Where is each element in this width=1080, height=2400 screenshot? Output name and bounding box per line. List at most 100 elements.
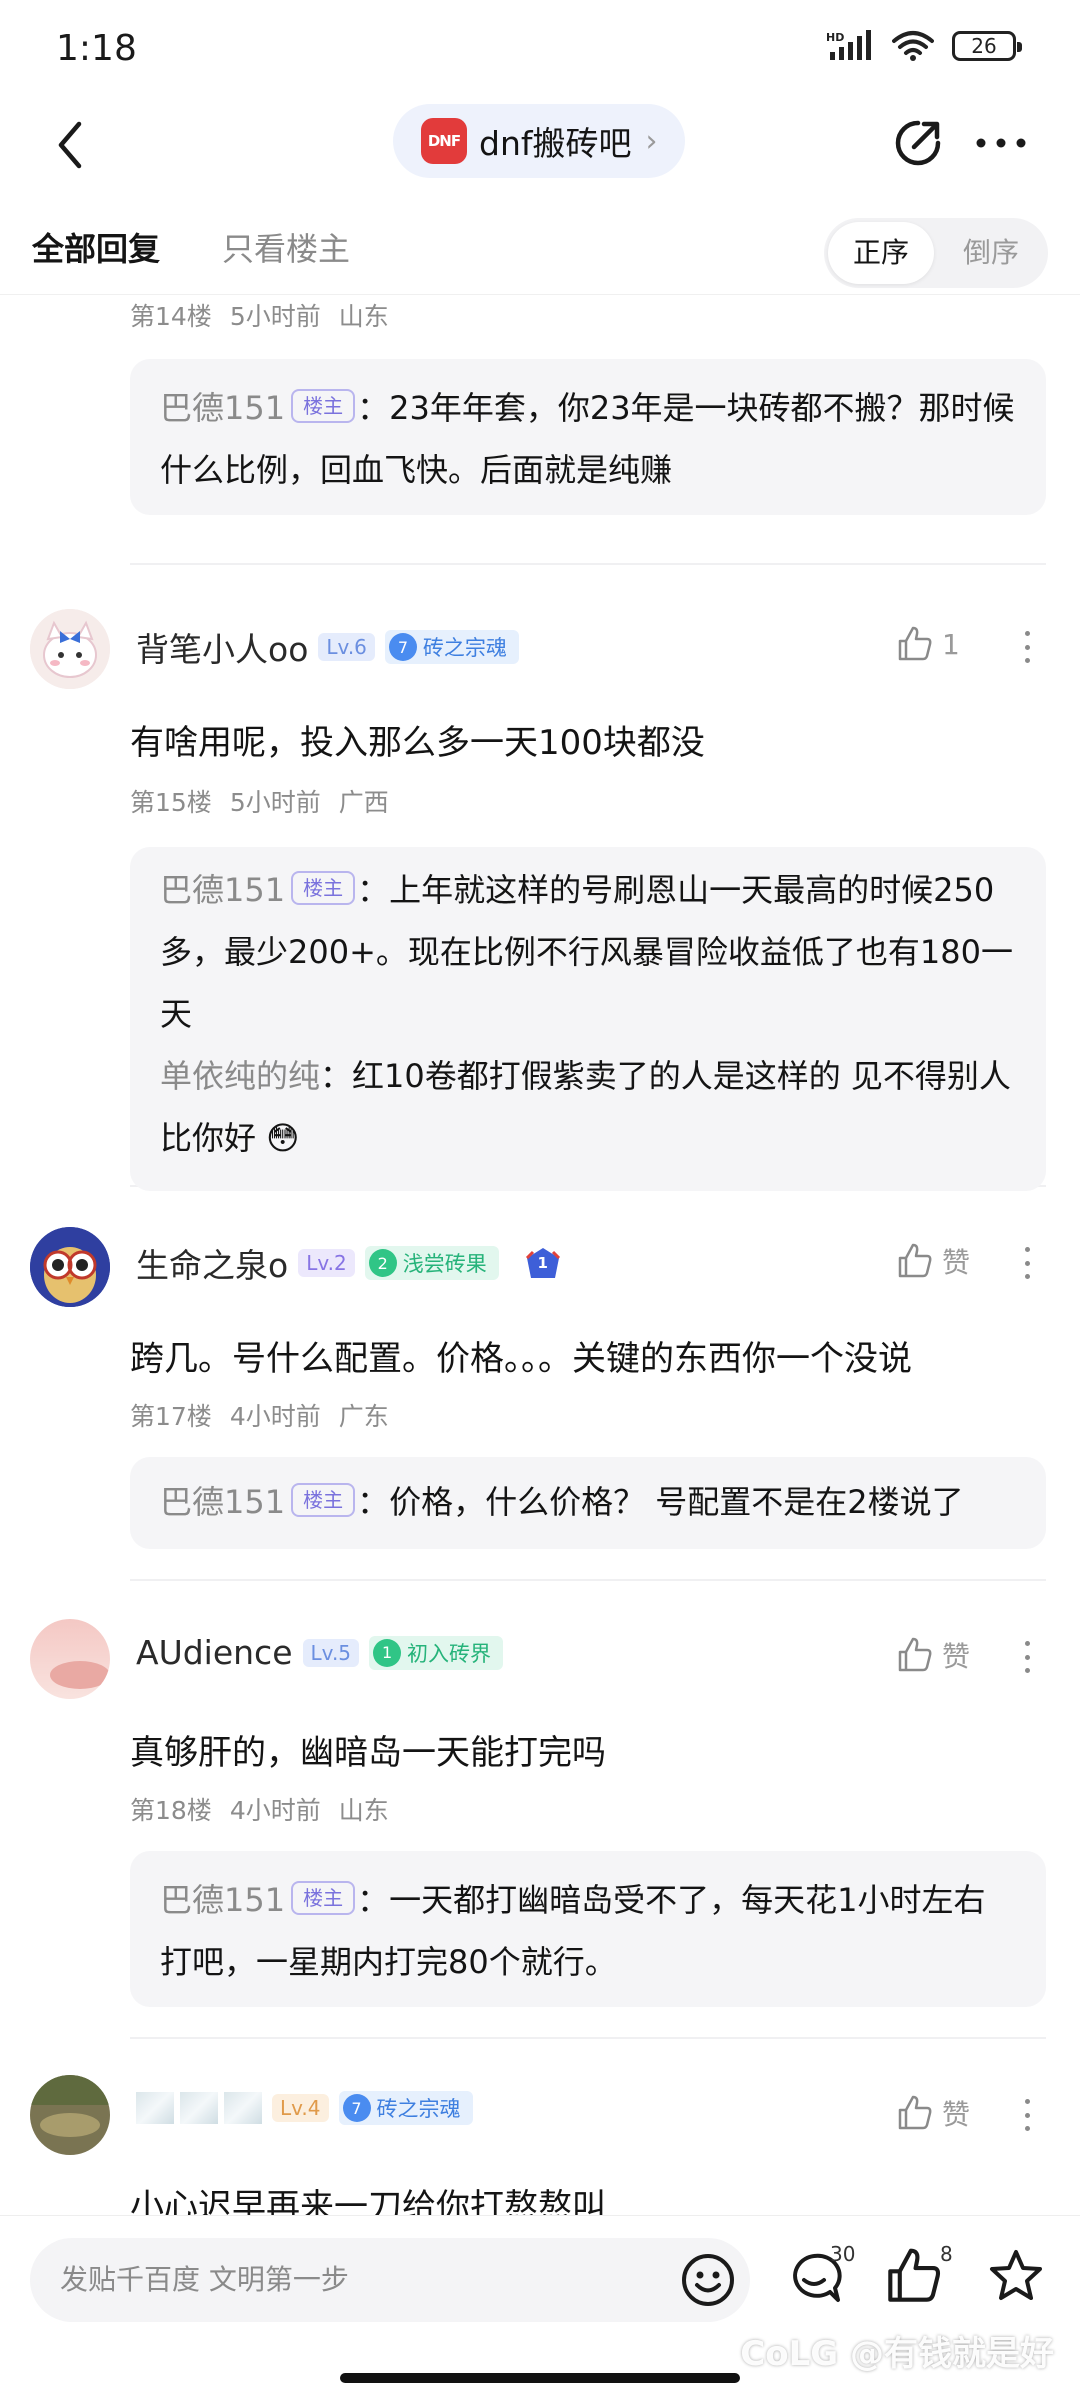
sub-replies[interactable]: 巴德151 楼主 ：上年就这样的号刷恩山一天最高的时候250多，最少200+。现在比… [130,847,1046,1191]
like-button[interactable]: 1 [896,625,960,663]
like-button[interactable]: 赞 [896,2093,970,2133]
back-button[interactable] [40,110,100,180]
post-meta: 第14楼 5小时前 山东 [130,297,407,333]
level-badge: Lv.6 [318,633,375,661]
rank-title: 浅尝砖果 [402,1252,487,1276]
avatar[interactable] [30,1227,110,1307]
sub-reply-box[interactable]: 巴德151 楼主 ：23年年套，你23年是一块砖都不搬？那时候什么比例，回血飞快。后… [130,359,1046,515]
thumbs-up-icon [898,1637,932,1672]
post-location: 广西 [338,788,389,817]
post-meta: 第15楼 5小时前 广西 [130,783,407,819]
rank-badge: 7 砖之宗魂 [338,2091,473,2125]
post-more-button[interactable] [1012,627,1042,667]
thumbs-up-icon [898,1243,932,1278]
username[interactable]: AUdience [136,1633,293,1672]
user-info: AUdience Lv.5 1 初入砖界 [136,1633,504,1672]
reply-feed[interactable]: 第14楼 5小时前 山东 巴德151 楼主 ：23年年套，你23年是一块砖都不搬？那时候… [0,295,1080,2215]
floor-number: 第17楼 [130,1402,212,1431]
post-more-button[interactable] [1012,1243,1042,1283]
avatar[interactable] [30,2075,110,2155]
avatar[interactable] [30,1619,110,1699]
avatar[interactable] [30,609,110,689]
reply-colon: ： [357,1881,390,1919]
sub-reply[interactable]: 单依纯的纯：红10卷都打假紫卖了的人是这样的 见不得别人比你好 😳 [160,1045,1016,1169]
rank-badge: 7 砖之宗魂 [384,630,519,664]
sub-replies[interactable]: 巴德151 楼主 ：一天都打幽暗岛受不了，每天花1小时左右打吧，一星期内打完80个就… [130,1851,1046,2007]
wifi-icon [892,31,934,61]
achievement-number: 1 [537,1254,548,1272]
reply-colon: ： [320,1057,353,1095]
like-button[interactable]: 赞 [896,1635,970,1675]
reply-username[interactable]: 巴德151 [160,1483,285,1521]
rank-title: 砖之宗魂 [422,636,507,660]
post-floor-15: 背笔小人oo Lv.6 7 砖之宗魂 1 有啥用呢，投入那么多一天100块都没 第… [0,565,1080,1191]
like-label: 赞 [942,1640,971,1673]
level-badge: Lv.5 [302,1638,360,1667]
favorite-button[interactable] [986,2246,1056,2316]
reply-username[interactable]: 单依纯的纯 [160,1057,320,1095]
emoji-icon [682,2254,734,2306]
chevron-right-icon: › [645,123,658,159]
tab-host-only[interactable]: 只看楼主 [222,224,350,270]
host-tag: 楼主 [291,1881,356,1915]
rank-number: 1 [373,1638,402,1667]
post-content[interactable]: 真够肝的，幽暗岛一天能打完吗 [130,1725,606,1774]
post-time: 4小时前 [229,1796,321,1825]
comments-button[interactable]: 30 [782,2242,855,2316]
username-image[interactable] [136,2092,262,2124]
post-content[interactable]: 小心迟早再来一刀给你打熬熬叫 [130,2179,606,2215]
level-badge: Lv.4 [272,2094,329,2122]
sub-replies[interactable]: 巴德151 楼主 ：23年年套，你23年是一块砖都不搬？那时候什么比例，回血飞快。后… [130,359,1046,515]
sub-reply-box[interactable]: 巴德151 楼主 ：价格，什么价格？ 号配置不是在2楼说了 [130,1457,1046,1549]
sort-toggle: 正序 倒序 [824,218,1048,288]
user-info: 生命之泉o Lv.2 2 浅尝砖果 1 [136,1239,563,1287]
like-count: 8 [940,2242,953,2266]
status-time: 1:18 [56,28,137,69]
post-location: 广东 [338,1402,389,1431]
rank-number: 7 [342,2094,371,2122]
more-options-button[interactable] [966,110,1036,176]
status-icons: HD 26 [826,30,1022,62]
sub-reply[interactable]: 巴德151 楼主 ：上年就这样的号刷恩山一天最高的时候250多，最少200+。现在比… [160,859,1016,1045]
post-content[interactable]: 有啥用呢，投入那么多一天100块都没 [130,715,705,764]
forum-name: dnf搬砖吧 [479,124,632,163]
sub-reply-box[interactable]: 巴德151 楼主 ：上年就这样的号刷恩山一天最高的时候250多，最少200+。现在比… [130,847,1046,1191]
reply-colon: ： [357,871,390,909]
filter-bar: 全部回复 只看楼主 正序 倒序 [0,210,1080,292]
thumbs-up-icon [898,626,932,661]
home-indicator[interactable] [340,2373,740,2383]
back-arrow-icon [58,121,82,169]
floor-number: 第14楼 [130,302,212,331]
sub-replies[interactable]: 巴德151 楼主 ：价格，什么价格？ 号配置不是在2楼说了 [130,1457,1046,1549]
reply-username[interactable]: 巴德151 [160,389,285,427]
share-icon [895,120,941,166]
sub-reply-box[interactable]: 巴德151 楼主 ：一天都打幽暗岛受不了，每天花1小时左右打吧，一星期内打完80个就… [130,1851,1046,2007]
username[interactable]: 生命之泉o [136,1239,288,1287]
reply-username[interactable]: 巴德151 [160,1881,285,1919]
post-floor-14: 第14楼 5小时前 山东 巴德151 楼主 ：23年年套，你23年是一块砖都不搬？那时候… [0,295,1080,563]
post-more-button[interactable] [1012,2095,1042,2135]
post-floor-next: Lv.4 7 砖之宗魂 赞 小心迟早再来一刀给你打熬熬叫 [0,2039,1080,2215]
battery-icon: 26 [952,31,1022,61]
thumbs-up-icon [888,2248,941,2302]
sort-descending-button[interactable]: 倒序 [938,222,1044,284]
forum-pill[interactable]: DNF dnf搬砖吧 › [393,104,685,178]
post-more-button[interactable] [1012,1637,1042,1677]
sort-ascending-button[interactable]: 正序 [828,222,934,284]
star-icon [990,2250,1042,2300]
tab-all-replies[interactable]: 全部回复 [32,224,160,270]
like-post-button[interactable]: 8 [884,2242,954,2316]
username[interactable]: 背笔小人oo [136,623,308,671]
post-time: 4小时前 [229,1402,321,1431]
reply-input[interactable]: 发贴千百度 文明第一步 [30,2238,750,2322]
reply-text: 价格，什么价格？ 号配置不是在2楼说了 [389,1483,964,1521]
like-button[interactable]: 赞 [896,1241,970,1281]
avatar-photo [30,1619,110,1699]
post-content[interactable]: 跨几。号什么配置。价格。。。关键的东西你一个没说 [130,1331,912,1380]
reply-username[interactable]: 巴德151 [160,871,285,909]
achievement-badge-icon: 1 [523,1246,563,1280]
emoji-button[interactable] [678,2250,738,2310]
host-tag: 楼主 [291,1483,356,1517]
share-button[interactable] [888,110,948,176]
rank-title: 砖之宗魂 [376,2097,461,2121]
